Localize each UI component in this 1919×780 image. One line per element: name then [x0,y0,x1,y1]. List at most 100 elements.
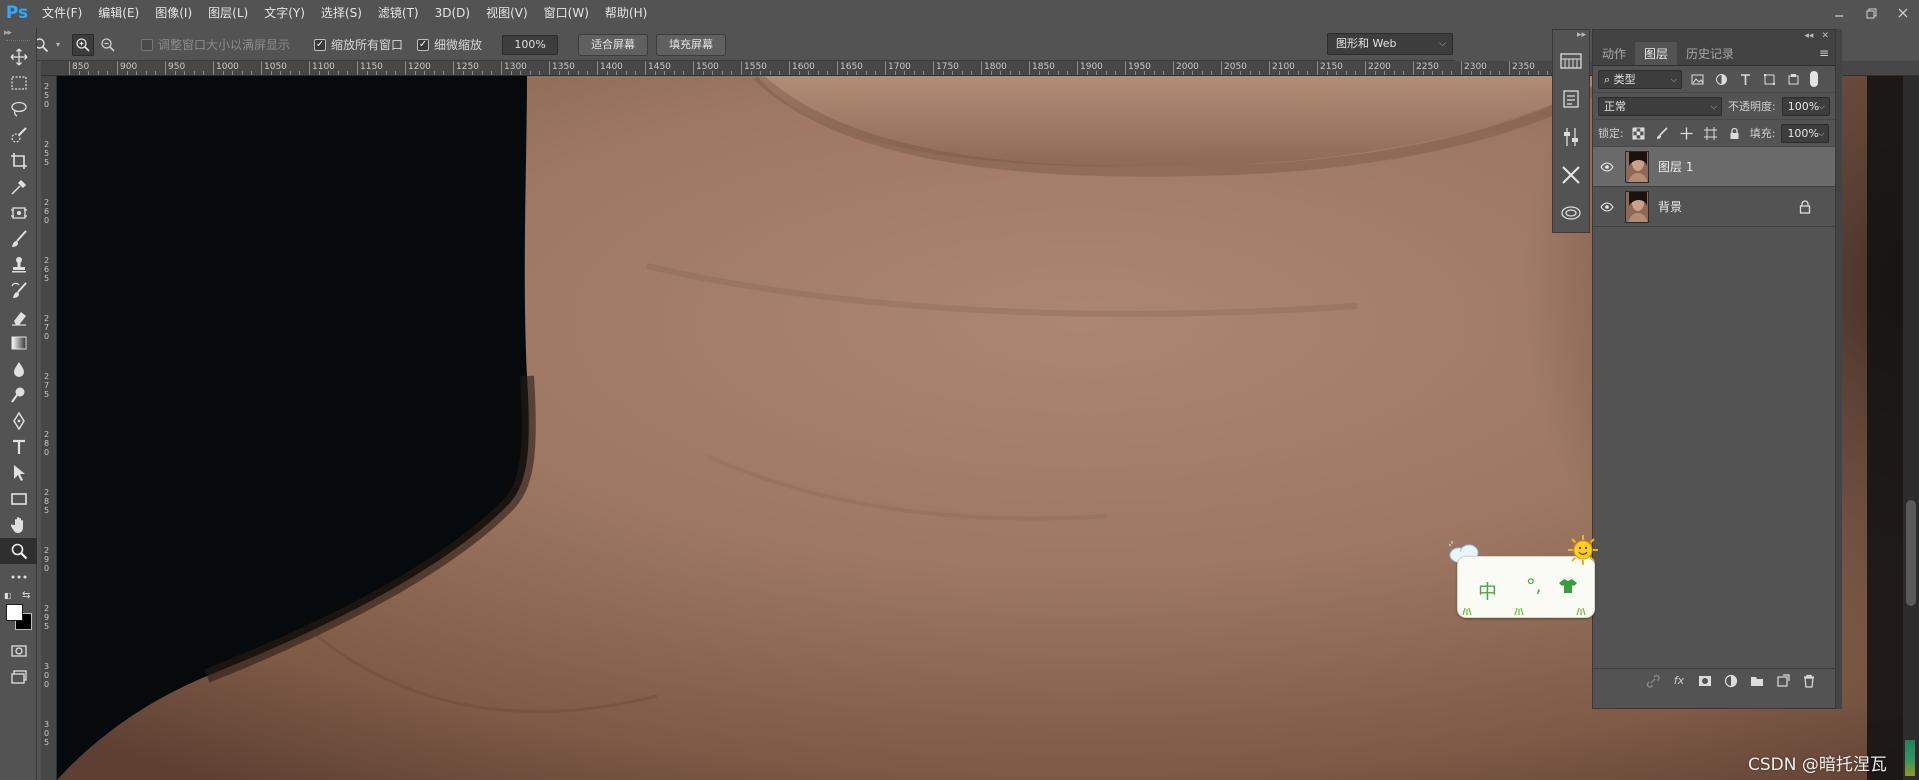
lock-position-icon[interactable] [1678,124,1696,142]
menu-layer[interactable]: 图层(L) [200,0,256,26]
eyedropper-icon[interactable] [0,174,37,200]
layer-filter-select[interactable]: ⌕ 类型 ⌵ [1598,69,1682,89]
fill-screen-button[interactable]: 填充屏幕 [656,33,727,56]
adjustment-icon[interactable] [1723,673,1739,689]
adjustments-panel-icon[interactable] [1553,118,1589,156]
mask-icon[interactable] [1697,673,1713,689]
tab-layers[interactable]: 图层 [1635,42,1678,65]
brush-icon[interactable] [0,226,37,252]
crop-icon[interactable] [0,148,37,174]
menu-type[interactable]: 文字(Y) [256,0,313,26]
trash-icon[interactable] [1801,673,1817,689]
frame-icon[interactable] [0,200,37,226]
vertical-ruler[interactable]: 250 255 260 265 270 275 280 285 290 295 300 305 [41,76,57,780]
pen-icon[interactable] [0,408,37,434]
menu-help[interactable]: 帮助(H) [597,0,655,26]
zoom-all-windows-checkbox[interactable]: ✓ 缩放所有窗口 [314,36,403,53]
scrollbar-thumb[interactable] [1906,500,1916,606]
restore-icon[interactable] [1855,0,1887,26]
close-icon[interactable] [1887,0,1919,26]
collapse-icon[interactable]: ▸▸ [1553,30,1589,42]
path-select-icon[interactable] [0,460,37,486]
scrubby-zoom-checkbox[interactable]: ✓ 细微缩放 [417,36,482,53]
opacity-field[interactable]: 100% ⌵ [1781,96,1830,116]
dodge-icon[interactable] [0,382,37,408]
filter-toggle[interactable] [1810,71,1818,87]
blend-mode-select[interactable]: 正常 ⌵ [1598,96,1722,116]
pixel-filter-icon[interactable] [1688,70,1706,88]
tools-panel-icon[interactable] [1553,156,1589,194]
stamp-icon[interactable] [0,252,37,278]
menu-3d[interactable]: 3D(D) [427,0,478,26]
blur-icon[interactable] [0,356,37,382]
new-layer-icon[interactable] [1775,673,1791,689]
tab-actions[interactable]: 动作 [1593,42,1635,65]
type-filter-icon[interactable] [1736,70,1754,88]
lock-transparent-icon[interactable] [1630,124,1648,142]
toolbox: ▸▸ ◧ ⇆ [0,28,37,780]
panel-menu-icon[interactable]: ≡ [1819,42,1829,64]
swatches-panel-icon[interactable] [1553,42,1589,80]
quick-select-icon[interactable] [0,122,37,148]
minimize-icon[interactable] [1823,0,1855,26]
zoom-icon[interactable] [0,538,37,564]
ruler-minor-tick [155,71,157,75]
toolbox-collapse-icon[interactable]: ▸▸ [0,28,36,40]
lock-artboard-icon[interactable] [1702,124,1720,142]
eye-icon[interactable] [1593,201,1621,212]
ime-status-widget[interactable]: 中 °, [1447,534,1601,630]
foreground-color-swatch[interactable] [6,604,23,621]
tab-history[interactable]: 历史记录 [1677,42,1743,65]
swap-colors-icon[interactable]: ⇆ [22,590,30,601]
group-icon[interactable] [1749,673,1765,689]
default-colors-icon[interactable]: ◧ [4,591,12,600]
collapse-icon[interactable]: ◂◂ [1804,31,1813,41]
skin-shirt-icon[interactable] [1558,578,1578,594]
zoom-in-icon[interactable] [72,33,95,56]
vertical-scrollbar[interactable] [1903,76,1919,780]
quick-mask-icon[interactable] [0,638,37,664]
history-brush-icon[interactable] [0,278,37,304]
workspace-select[interactable]: 图形和 Web ⌵ [1327,33,1453,55]
layer-row-background[interactable]: 背景 [1593,187,1835,227]
type-icon[interactable] [0,434,37,460]
menu-window[interactable]: 窗口(W) [536,0,597,26]
rectangle-icon[interactable] [0,486,37,512]
libraries-panel-icon[interactable] [1553,194,1589,232]
marquee-icon[interactable] [0,70,37,96]
menu-view[interactable]: 视图(V) [478,0,536,26]
more-icon[interactable] [0,564,37,590]
menu-file[interactable]: 文件(F) [34,0,90,26]
lock-all-icon[interactable] [1726,124,1744,142]
layer-row-layer1[interactable]: 图层 1 [1593,147,1835,187]
screen-mode-icon[interactable] [0,664,37,690]
chevron-down-icon: ⌵ [1439,39,1446,49]
lock-pixels-icon[interactable] [1654,124,1672,142]
adjustment-filter-icon[interactable] [1712,70,1730,88]
smart-object-filter-icon[interactable] [1784,70,1802,88]
eye-icon[interactable] [1593,161,1621,172]
menu-select[interactable]: 选择(S) [313,0,370,26]
link-icon[interactable] [1645,673,1661,689]
menu-edit[interactable]: 编辑(E) [90,0,147,26]
gradient-icon[interactable] [0,330,37,356]
menu-image[interactable]: 图像(I) [147,0,200,26]
fill-field[interactable]: 100% ⌵ [1781,123,1830,143]
ruler-minor-tick [827,71,829,75]
fit-screen-button[interactable]: 适合屏幕 [578,33,649,56]
eraser-icon[interactable] [0,304,37,330]
zoom-out-icon[interactable] [97,34,119,56]
hand-icon[interactable] [0,512,37,538]
ime-punct-label[interactable]: °, [1526,575,1542,597]
fx-icon[interactable]: fx [1671,673,1687,689]
move-icon[interactable] [0,44,37,70]
ime-mode-label[interactable]: 中 [1478,577,1509,604]
search-icon: ⌕ [1604,72,1614,86]
zoom-percent-field[interactable]: 100% [502,34,559,55]
properties-panel-icon[interactable] [1553,80,1589,118]
menu-filter[interactable]: 滤镜(T) [370,0,427,26]
resize-windows-checkbox[interactable]: 调整窗口大小以满屏显示 [141,36,290,53]
shape-filter-icon[interactable] [1760,70,1778,88]
close-icon[interactable]: ✕ [1821,31,1829,41]
lasso-icon[interactable] [0,96,37,122]
